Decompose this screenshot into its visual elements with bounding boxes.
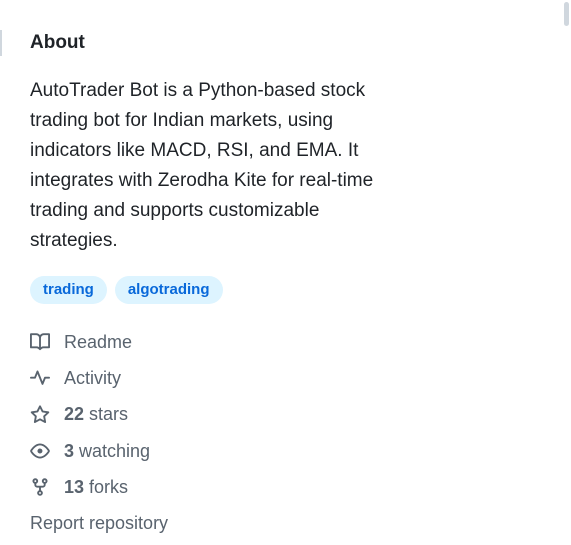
stars-link[interactable]: 22 stars <box>30 397 410 433</box>
topics-list: trading algotrading <box>30 276 410 304</box>
activity-link[interactable]: Activity <box>30 360 410 396</box>
watching-label: watching <box>79 440 151 461</box>
repo-forked-icon <box>30 477 50 497</box>
book-icon <box>30 332 50 352</box>
topic-tag-algotrading[interactable]: algotrading <box>114 276 223 304</box>
topic-tag-trading[interactable]: trading <box>30 276 107 304</box>
scrollbar[interactable] <box>561 0 571 545</box>
watching-link[interactable]: 3 watching <box>30 433 410 469</box>
left-edge-divider <box>0 30 2 56</box>
about-description: AutoTrader Bot is a Python-based stock t… <box>30 80 374 251</box>
report-repository-link[interactable]: Report repository <box>30 509 410 537</box>
eye-icon <box>30 441 50 461</box>
pulse-icon <box>30 368 50 388</box>
star-icon <box>30 405 50 425</box>
readme-label: Readme <box>64 331 133 352</box>
about-title: About <box>30 32 85 53</box>
watching-count: 3 <box>64 440 75 461</box>
readme-link[interactable]: Readme <box>30 324 410 360</box>
forks-label: forks <box>89 476 129 497</box>
forks-count: 13 <box>64 476 85 497</box>
repo-meta-list: Readme Activity 22 stars 3 watching 13 f… <box>30 324 410 505</box>
about-section: About AutoTrader Bot is a Python-based s… <box>30 28 410 537</box>
activity-label: Activity <box>64 367 122 388</box>
forks-link[interactable]: 13 forks <box>30 469 410 505</box>
scrollbar-thumb[interactable] <box>564 2 569 26</box>
stars-label: stars <box>89 404 129 425</box>
stars-count: 22 <box>64 404 85 425</box>
